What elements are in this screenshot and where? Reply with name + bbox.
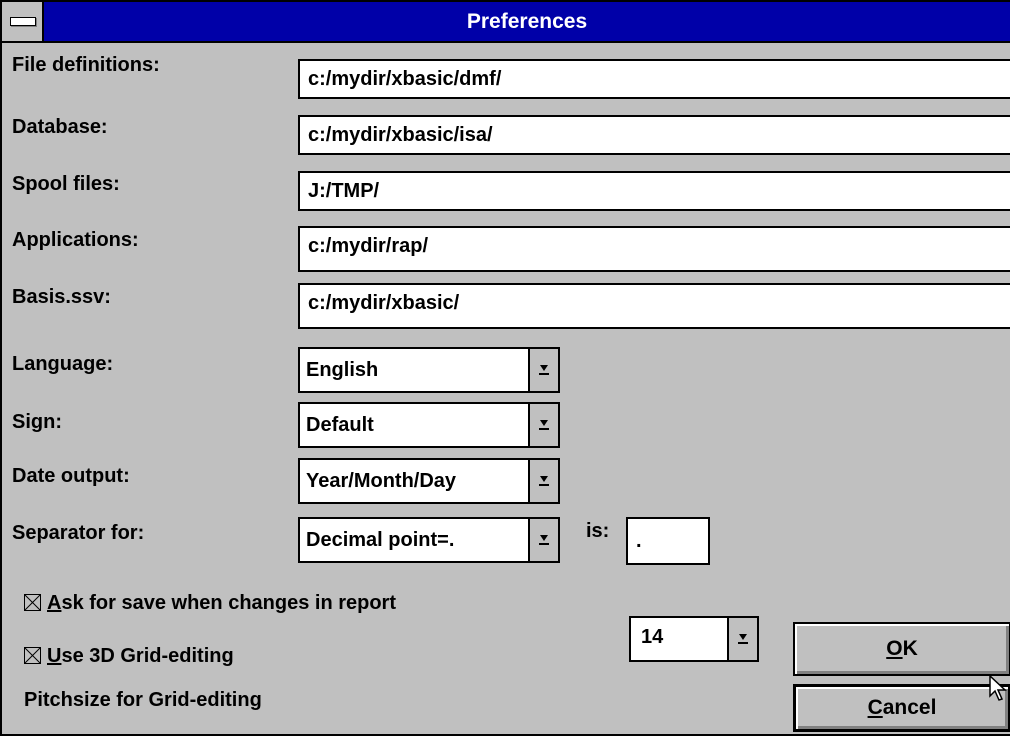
grid-3d-label: se 3D Grid-editing xyxy=(61,645,234,667)
dropdown-arrow-icon[interactable] xyxy=(528,460,558,502)
ask-save-checkbox[interactable]: Ask for save when changes in report xyxy=(24,592,396,615)
applications-field[interactable]: c:/mydir/rap/ xyxy=(298,226,1010,272)
date-output-value: Year/Month/Day xyxy=(306,470,457,492)
ok-label: K xyxy=(902,637,918,660)
title-bar[interactable]: Preferences xyxy=(2,2,1010,43)
spool-files-field[interactable]: J:/TMP/ xyxy=(298,171,1010,211)
language-value: English xyxy=(306,359,379,381)
sign-value: Default xyxy=(306,414,374,436)
dropdown-arrow-icon[interactable] xyxy=(528,349,558,391)
language-label: Language: xyxy=(12,353,114,375)
checkbox-checked-icon[interactable] xyxy=(24,594,41,611)
separator-label: Separator for: xyxy=(12,522,145,544)
separator-value: Decimal point=. xyxy=(306,529,455,551)
language-combo[interactable]: English xyxy=(298,347,560,393)
dropdown-arrow-icon[interactable] xyxy=(528,404,558,446)
file-definitions-field[interactable]: c:/mydir/xbasic/dmf/ xyxy=(298,59,1010,99)
spool-files-label: Spool files: xyxy=(12,173,120,195)
pitchsize-value: 14 xyxy=(641,626,664,648)
basis-ssv-label: Basis.ssv: xyxy=(12,286,111,308)
separator-is-label: is: xyxy=(586,520,610,542)
basis-ssv-field[interactable]: c:/mydir/xbasic/ xyxy=(298,283,1010,329)
ok-button[interactable]: OK xyxy=(793,622,1010,676)
dropdown-arrow-icon[interactable] xyxy=(528,519,558,561)
date-output-label: Date output: xyxy=(12,465,130,487)
window-title: Preferences xyxy=(466,10,588,33)
sign-label: Sign: xyxy=(12,411,62,433)
preferences-dialog: Preferences File definitions: c:/mydir/x… xyxy=(0,0,1010,736)
ask-save-label: sk for save when changes in report xyxy=(61,592,397,614)
database-label: Database: xyxy=(12,116,108,138)
ok-mnemonic: O xyxy=(886,637,903,660)
grid-3d-mnemonic: U xyxy=(47,645,62,667)
applications-label: Applications: xyxy=(12,229,139,251)
grid-3d-checkbox[interactable]: Use 3D Grid-editing xyxy=(24,645,234,668)
system-menu-icon[interactable] xyxy=(2,2,44,41)
separator-combo[interactable]: Decimal point=. xyxy=(298,517,560,563)
pitchsize-combo[interactable]: 14 xyxy=(629,616,759,662)
ask-save-mnemonic: A xyxy=(47,592,62,614)
sign-combo[interactable]: Default xyxy=(298,402,560,448)
date-output-combo[interactable]: Year/Month/Day xyxy=(298,458,560,504)
pitchsize-label: Pitchsize for Grid-editing xyxy=(24,689,262,711)
database-field[interactable]: c:/mydir/xbasic/isa/ xyxy=(298,115,1010,155)
checkbox-checked-icon[interactable] xyxy=(24,647,41,664)
separator-is-field[interactable]: . xyxy=(626,517,710,565)
file-definitions-label: File definitions: xyxy=(12,54,160,76)
cancel-button[interactable]: Cancel xyxy=(793,684,1010,732)
cancel-label: ancel xyxy=(882,696,937,719)
mouse-pointer-icon xyxy=(989,674,1007,701)
dropdown-arrow-icon[interactable] xyxy=(727,618,757,660)
cancel-mnemonic: C xyxy=(867,696,883,719)
